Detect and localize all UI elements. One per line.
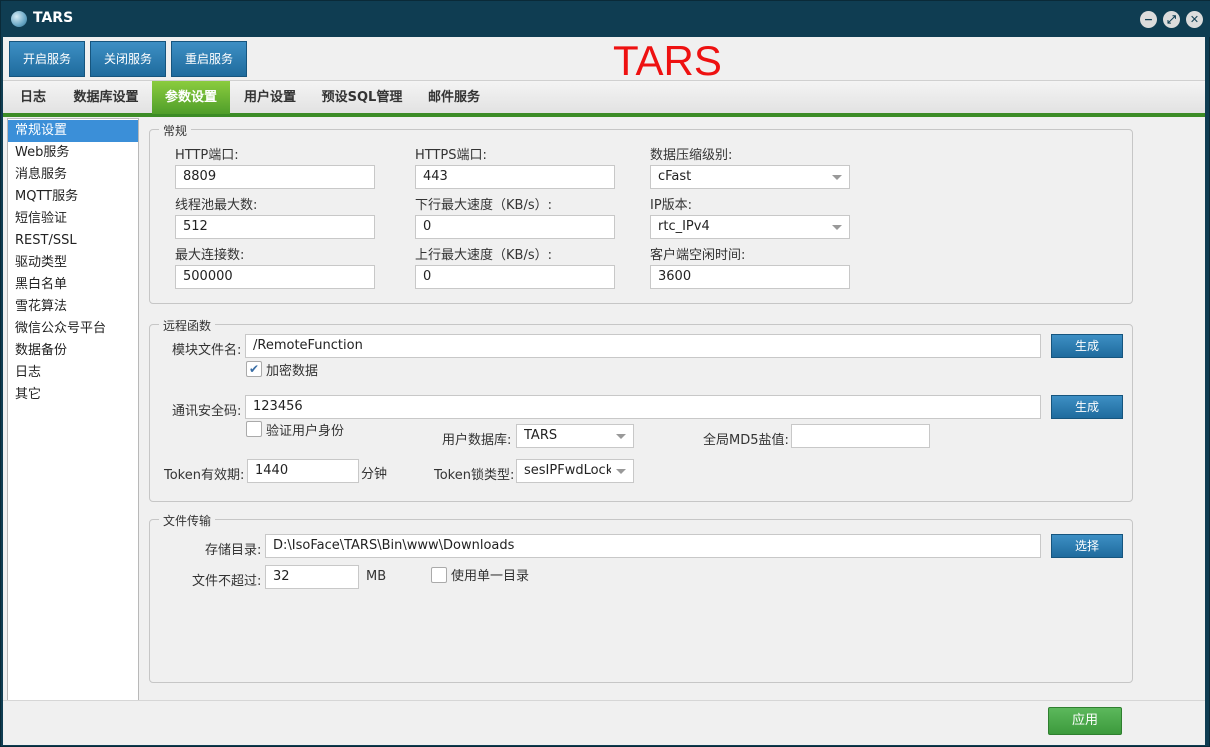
token-unit: 分钟	[361, 467, 388, 482]
verify-user-checkbox[interactable]	[246, 421, 262, 437]
tab-parameter-settings[interactable]: 参数设置	[152, 81, 230, 114]
locktype-select[interactable]: sesIPFwdLock	[516, 459, 634, 483]
maximize-icon[interactable]: ⤢	[1163, 11, 1180, 28]
chevron-down-icon	[832, 225, 842, 230]
tab-preset-sql[interactable]: 预设SQL管理	[313, 81, 411, 114]
ip-version-select[interactable]: rtc_IPv4	[650, 215, 850, 239]
sidebar-item-rest-ssl[interactable]: REST/SSL	[8, 230, 138, 252]
transfer-legend: 文件传输	[159, 512, 216, 529]
sidebar-item-web[interactable]: Web服务	[8, 142, 138, 164]
sidebar-item-backup[interactable]: 数据备份	[8, 340, 138, 362]
compression-value: cFast	[658, 169, 692, 184]
module-field[interactable]: /RemoteFunction	[245, 334, 1041, 358]
sidebar-item-snowflake[interactable]: 雪花算法	[8, 296, 138, 318]
upload-speed-label: 上行最大速度（KB/s）:	[415, 248, 552, 263]
sidebar-item-message[interactable]: 消息服务	[8, 164, 138, 186]
compression-select[interactable]: cFast	[650, 165, 850, 189]
sidebar-item-log[interactable]: 日志	[8, 362, 138, 384]
file-limit-label: 文件不超过:	[192, 574, 262, 589]
max-conn-field[interactable]: 500000	[175, 265, 375, 289]
https-port-field[interactable]: 443	[415, 165, 615, 189]
token-label: Token有效期:	[164, 468, 245, 483]
md5-field[interactable]	[791, 424, 930, 448]
app-window: TARS − ⤢ ✕ 开启服务 关闭服务 重启服务 TARS 日志 数据库设置 …	[0, 0, 1210, 747]
tab-bar: 日志 数据库设置 参数设置 用户设置 预设SQL管理 邮件服务	[3, 80, 1205, 117]
ip-version-value: rtc_IPv4	[658, 219, 710, 234]
tab-mail-service[interactable]: 邮件服务	[417, 81, 491, 114]
restart-service-button[interactable]: 重启服务	[171, 41, 247, 77]
sidebar-item-general[interactable]: 常规设置	[8, 120, 138, 142]
idle-time-label: 客户端空闲时间:	[650, 248, 746, 263]
secret-field[interactable]: 123456	[245, 395, 1041, 419]
secret-label: 通讯安全码:	[172, 404, 242, 419]
threadpool-field[interactable]: 512	[175, 215, 375, 239]
generate-module-button[interactable]: 生成	[1051, 334, 1123, 358]
window-title: TARS	[33, 10, 74, 26]
sidebar-item-blackwhitelist[interactable]: 黑白名单	[8, 274, 138, 296]
sidebar-item-driver[interactable]: 驱动类型	[8, 252, 138, 274]
sidebar-item-mqtt[interactable]: MQTT服务	[8, 186, 138, 208]
stop-service-button[interactable]: 关闭服务	[90, 41, 166, 77]
tab-log[interactable]: 日志	[9, 81, 57, 114]
ip-version-label: IP版本:	[650, 198, 693, 213]
choose-dir-button[interactable]: 选择	[1051, 534, 1123, 558]
download-speed-label: 下行最大速度（KB/s）:	[415, 198, 552, 213]
file-limit-field[interactable]: 32	[265, 565, 359, 589]
file-transfer-group: 文件传输 存储目录: D:\IsoFace\TARS\Bin\www\Downl…	[149, 512, 1133, 683]
module-label: 模块文件名:	[172, 343, 242, 358]
apply-button[interactable]: 应用	[1048, 707, 1122, 735]
threadpool-label: 线程池最大数:	[175, 198, 258, 213]
tab-user-settings[interactable]: 用户设置	[233, 81, 307, 114]
upload-speed-field[interactable]: 0	[415, 265, 615, 289]
chevron-down-icon	[616, 434, 626, 439]
start-service-button[interactable]: 开启服务	[9, 41, 85, 77]
download-speed-field[interactable]: 0	[415, 215, 615, 239]
compression-label: 数据压缩级别:	[650, 148, 733, 163]
client-area: 开启服务 关闭服务 重启服务 TARS 日志 数据库设置 参数设置 用户设置 预…	[3, 37, 1205, 745]
http-port-label: HTTP端口:	[175, 148, 239, 163]
general-group: 常规 HTTP端口: 8809 HTTPS端口: 443 数据压缩级别: cFa…	[149, 122, 1133, 304]
userdb-value: TARS	[524, 428, 558, 443]
sidebar-item-other[interactable]: 其它	[8, 384, 138, 406]
footer-bar: 应用	[3, 700, 1205, 745]
remote-function-group: 远程函数 模块文件名: /RemoteFunction 生成 ✔ 加密数据 通讯…	[149, 317, 1133, 502]
remote-legend: 远程函数	[159, 317, 216, 334]
toolbar: 开启服务 关闭服务 重启服务 TARS	[3, 37, 1205, 84]
file-limit-unit: MB	[366, 569, 387, 584]
verify-user-label: 验证用户身份	[266, 424, 345, 439]
http-port-field[interactable]: 8809	[175, 165, 375, 189]
locktype-label: Token锁类型:	[434, 468, 515, 483]
settings-panel: 常规 HTTP端口: 8809 HTTPS端口: 443 数据压缩级别: cFa…	[139, 118, 1205, 700]
close-icon[interactable]: ✕	[1186, 11, 1203, 28]
locktype-value: sesIPFwdLock	[524, 463, 611, 478]
userdb-label: 用户数据库:	[442, 433, 512, 448]
settings-sidebar: 常规设置 Web服务 消息服务 MQTT服务 短信验证 REST/SSL 驱动类…	[7, 118, 139, 703]
md5-label: 全局MD5盐值:	[703, 433, 789, 448]
sidebar-item-wechat[interactable]: 微信公众号平台	[8, 318, 138, 340]
general-legend: 常规	[159, 122, 192, 139]
max-conn-label: 最大连接数:	[175, 248, 245, 263]
encrypt-checkbox[interactable]: ✔	[246, 361, 262, 377]
tab-database-settings[interactable]: 数据库设置	[63, 81, 149, 114]
chevron-down-icon	[616, 469, 626, 474]
brand-title: TARS	[613, 37, 722, 84]
idle-time-field[interactable]: 3600	[650, 265, 850, 289]
chevron-down-icon	[832, 175, 842, 180]
title-bar: TARS − ⤢ ✕	[1, 1, 1210, 37]
sidebar-item-sms[interactable]: 短信验证	[8, 208, 138, 230]
https-port-label: HTTPS端口:	[415, 148, 487, 163]
single-dir-label: 使用单一目录	[451, 569, 530, 584]
dir-label: 存储目录:	[205, 543, 262, 558]
generate-secret-button[interactable]: 生成	[1051, 395, 1123, 419]
token-field[interactable]: 1440	[247, 459, 359, 483]
globe-icon	[11, 11, 27, 27]
encrypt-label: 加密数据	[266, 364, 319, 379]
minimize-icon[interactable]: −	[1140, 11, 1157, 28]
single-dir-checkbox[interactable]	[431, 567, 447, 583]
dir-field[interactable]: D:\IsoFace\TARS\Bin\www\Downloads	[265, 534, 1041, 558]
userdb-select[interactable]: TARS	[516, 424, 634, 448]
